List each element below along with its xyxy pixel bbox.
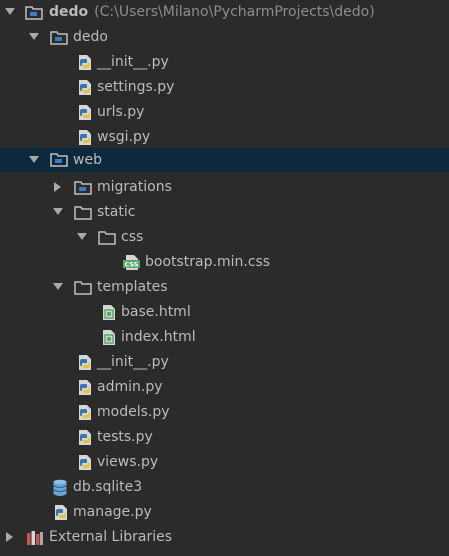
expanded-arrow-icon[interactable] [52, 281, 64, 293]
python-file-icon [76, 454, 94, 471]
tree-row-file[interactable]: urls.py [0, 100, 449, 125]
python-file-icon [76, 54, 94, 71]
tree-row-dedo-package[interactable]: dedo [0, 25, 449, 50]
tree-row-root[interactable]: dedo (C:\Users\Milano\PycharmProjects\ded… [0, 0, 449, 25]
tree-row-file[interactable]: index.html [0, 325, 449, 350]
tree-row-file[interactable]: views.py [0, 450, 449, 475]
file-label: db.sqlite3 [73, 479, 143, 495]
tree-row-migrations-folder[interactable]: migrations [0, 175, 449, 200]
web-package-label: web [73, 152, 102, 168]
tree-row-templates-folder[interactable]: templates [0, 275, 449, 300]
expanded-arrow-icon[interactable] [28, 154, 40, 166]
dedo-package-label: dedo [73, 29, 108, 45]
module-folder-icon [74, 179, 92, 196]
html-file-icon [100, 304, 118, 321]
module-folder-icon [50, 29, 68, 46]
external-libraries-label: External Libraries [49, 529, 172, 545]
file-label: wsgi.py [97, 129, 151, 145]
python-file-icon [76, 104, 94, 121]
module-folder-icon [25, 4, 43, 21]
css-folder-label: css [121, 229, 144, 245]
tree-row-file[interactable]: base.html [0, 300, 449, 325]
file-label: admin.py [97, 379, 163, 395]
python-file-icon [76, 129, 94, 146]
expanded-arrow-icon[interactable] [76, 231, 88, 243]
svg-text:CSS: CSS [125, 261, 139, 269]
file-label: settings.py [97, 79, 175, 95]
file-label: tests.py [97, 429, 153, 445]
folder-icon [74, 279, 92, 296]
file-label: urls.py [97, 104, 145, 120]
tree-row-css-folder[interactable]: css [0, 225, 449, 250]
python-file-icon [52, 504, 70, 521]
static-folder-label: static [97, 204, 136, 220]
libraries-icon [26, 529, 44, 546]
collapsed-arrow-icon[interactable] [4, 531, 16, 543]
database-file-icon [51, 479, 69, 496]
project-tree: dedo (C:\Users\Milano\PycharmProjects\ded… [0, 0, 449, 556]
templates-folder-label: templates [97, 279, 168, 295]
file-label: base.html [121, 304, 191, 320]
file-label: index.html [121, 329, 196, 345]
css-file-icon: CSS [123, 254, 141, 271]
expanded-arrow-icon[interactable] [4, 6, 16, 18]
python-file-icon [76, 354, 94, 371]
tree-row-file[interactable]: __init__.py [0, 50, 449, 75]
tree-row-file[interactable]: models.py [0, 400, 449, 425]
tree-row-web-package[interactable]: web [0, 148, 449, 172]
tree-row-file[interactable]: CSS bootstrap.min.css [0, 250, 449, 275]
tree-row-file[interactable]: manage.py [0, 500, 449, 525]
file-label: bootstrap.min.css [145, 254, 271, 270]
tree-row-file[interactable]: settings.py [0, 75, 449, 100]
expanded-arrow-icon[interactable] [52, 206, 64, 218]
expanded-arrow-icon[interactable] [28, 31, 40, 43]
file-label: models.py [97, 404, 170, 420]
tree-row-static-folder[interactable]: static [0, 200, 449, 225]
file-label: views.py [97, 454, 159, 470]
file-label: manage.py [73, 504, 152, 520]
tree-row-file[interactable]: wsgi.py [0, 125, 449, 150]
python-file-icon [76, 429, 94, 446]
file-label: __init__.py [97, 354, 169, 370]
folder-icon [74, 204, 92, 221]
root-project-label: dedo (C:\Users\Milano\PycharmProjects\ded… [49, 4, 375, 20]
tree-row-file[interactable]: admin.py [0, 375, 449, 400]
root-project-path: (C:\Users\Milano\PycharmProjects\dedo) [94, 4, 375, 20]
collapsed-arrow-icon[interactable] [52, 181, 64, 193]
python-file-icon [76, 404, 94, 421]
tree-row-file[interactable]: tests.py [0, 425, 449, 450]
file-label: __init__.py [97, 54, 169, 70]
migrations-folder-label: migrations [97, 179, 172, 195]
tree-row-file[interactable]: __init__.py [0, 350, 449, 375]
python-file-icon [76, 79, 94, 96]
python-file-icon [76, 379, 94, 396]
tree-row-file[interactable]: db.sqlite3 [0, 475, 449, 500]
module-folder-icon [50, 151, 68, 168]
tree-row-external-libraries[interactable]: External Libraries [0, 525, 449, 550]
html-file-icon [100, 329, 118, 346]
folder-icon [98, 229, 116, 246]
